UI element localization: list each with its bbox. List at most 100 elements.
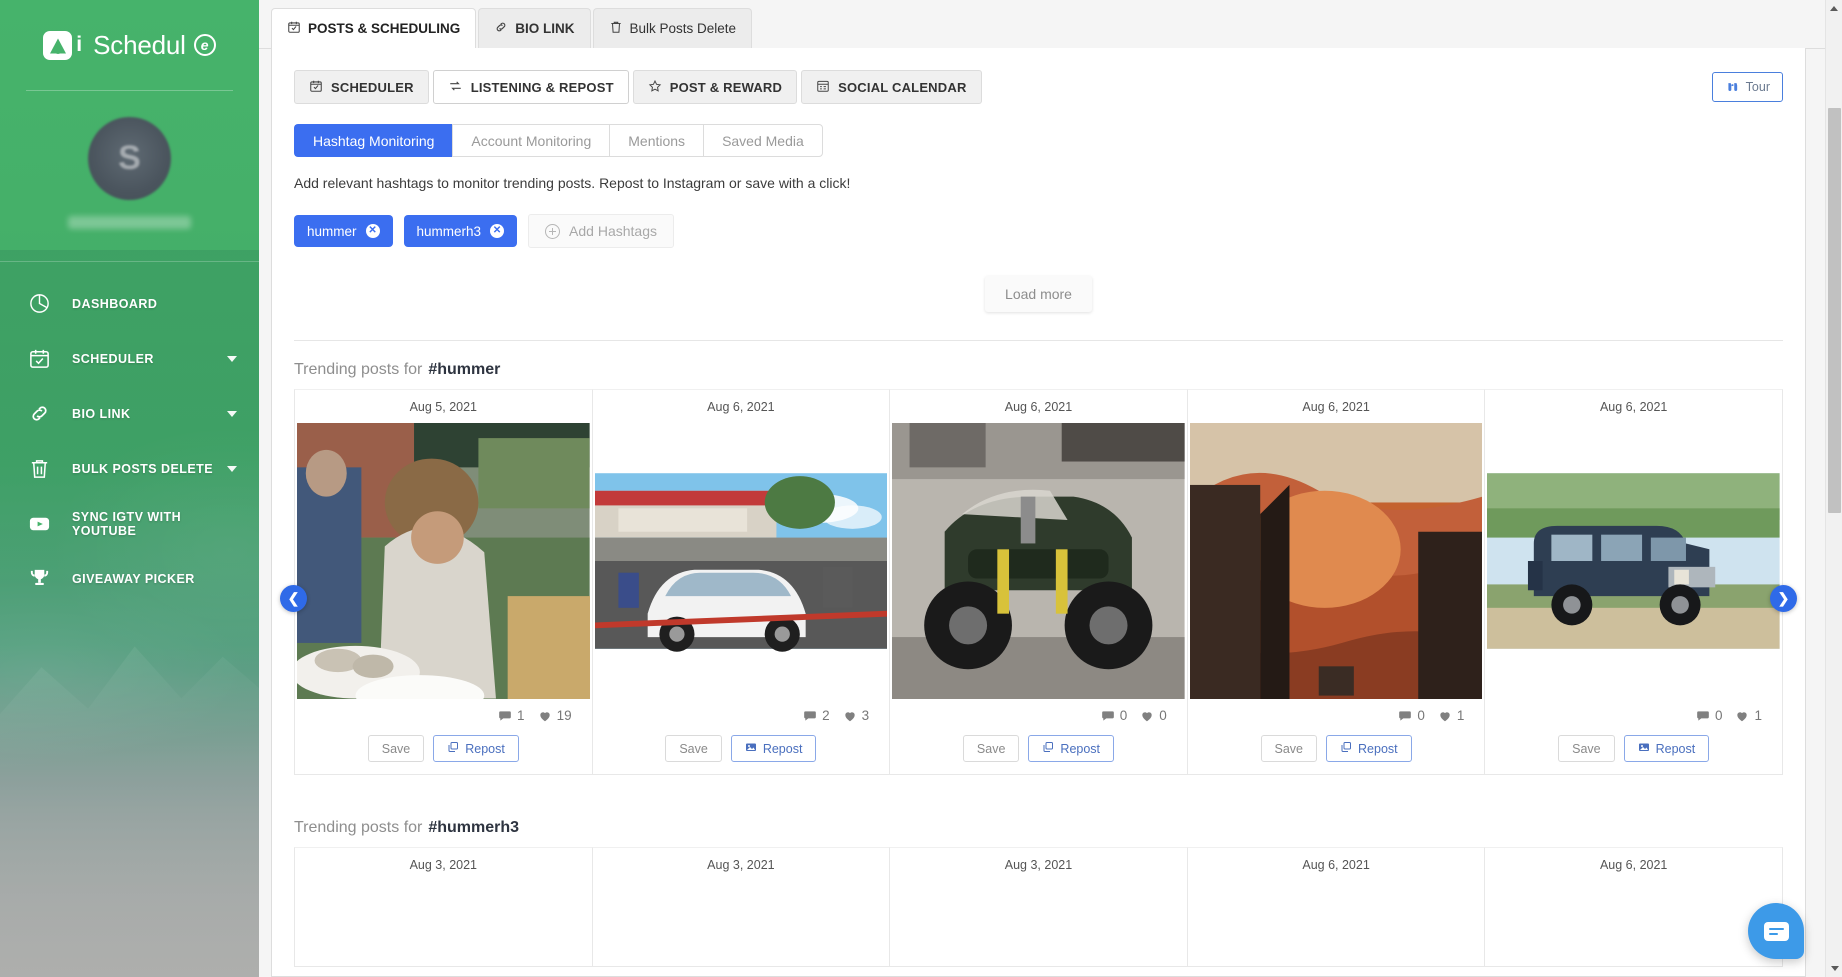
sidebar-item-label: BIO LINK (72, 406, 131, 421)
post-image[interactable] (892, 423, 1185, 699)
sidebar-item-label: DASHBOARD (72, 296, 158, 311)
hashtag-chip-hummerh3[interactable]: hummerh3 ✕ (403, 215, 518, 247)
load-more-button[interactable]: Load more (985, 276, 1092, 312)
scrollbar-thumb[interactable] (1828, 108, 1841, 513)
repost-button[interactable]: Repost (1028, 735, 1115, 762)
pill-saved-media[interactable]: Saved Media (703, 124, 823, 157)
save-button[interactable]: Save (367, 735, 425, 762)
save-button[interactable]: Save (1260, 735, 1318, 762)
like-count: 1 (1456, 708, 1465, 723)
chat-support-button[interactable] (1748, 903, 1804, 959)
app-logo[interactable]: i Schedul e (0, 0, 259, 82)
post-date: Aug 6, 2021 (707, 400, 775, 414)
post-card[interactable]: Aug 5, 2021 1 19 Save Repost (294, 389, 593, 775)
repost-button[interactable]: Repost (730, 735, 817, 762)
hashtag-chip-list: hummer ✕ hummerh3 ✕ Add Hashtags (294, 214, 1783, 248)
scrollbar-up-button[interactable] (1826, 0, 1842, 17)
close-icon[interactable]: ✕ (365, 224, 380, 238)
user-profile-block[interactable]: S (0, 91, 259, 239)
close-icon[interactable]: ✕ (490, 224, 505, 238)
post-card[interactable]: Aug 6, 2021 (1485, 389, 1783, 775)
sidebar-nav: DASHBOARD SCHEDULER BIO LINK BULK POSTS … (0, 262, 259, 606)
post-stats: 0 1 (1485, 699, 1782, 723)
tab-label: BIO LINK (515, 21, 575, 36)
post-card[interactable]: Aug 3, 2021 (592, 847, 891, 967)
blue-hummer-h3-grass (1487, 473, 1780, 649)
subtab-post-and-reward[interactable]: POST & REWARD (632, 70, 798, 104)
plus-circle-icon (545, 223, 561, 239)
hashtag-chip-hummer[interactable]: hummer ✕ (294, 215, 393, 247)
sidebar-item-scheduler[interactable]: SCHEDULER (0, 331, 259, 386)
repost-button[interactable]: Repost (433, 735, 519, 762)
post-image[interactable] (297, 423, 590, 699)
repost-button[interactable]: Repost (1623, 735, 1710, 762)
sidebar-item-sync-igtv-with-youtube[interactable]: SYNC IGTV WITH YOUTUBE (0, 496, 259, 551)
like-count: 0 (1159, 708, 1167, 723)
chat-bubble-icon (1763, 921, 1789, 941)
heart-icon (1735, 709, 1749, 723)
comment-icon (1398, 709, 1412, 723)
sidebar-item-bulk-posts-delete[interactable]: BULK POSTS DELETE (0, 441, 259, 496)
trending-section-hummerh3: Trending posts for #hummerh3 Aug 3, 2021 … (272, 819, 1805, 967)
link-icon (24, 399, 54, 429)
comment-icon (1696, 709, 1710, 723)
sidebar-item-giveaway-picker[interactable]: GIVEAWAY PICKER (0, 551, 259, 606)
tab-posts-and-scheduling[interactable]: POSTS & SCHEDULING (271, 8, 477, 49)
post-card[interactable]: Aug 6, 2021 (592, 389, 891, 775)
save-button[interactable]: Save (1558, 735, 1615, 762)
post-card[interactable]: Aug 6, 2021 (890, 389, 1188, 775)
username-blurred (68, 216, 191, 229)
subtab-scheduler[interactable]: SCHEDULER (294, 70, 429, 104)
copy-icon (1340, 741, 1352, 756)
pill-hashtag-monitoring[interactable]: Hashtag Monitoring (294, 124, 453, 157)
chevron-down-icon[interactable] (227, 465, 237, 472)
chevron-down-icon (1830, 966, 1839, 971)
chevron-up-icon (1830, 6, 1838, 11)
comment-icon (803, 709, 817, 723)
tour-button[interactable]: Tour (1711, 72, 1783, 102)
chevron-down-icon[interactable] (227, 355, 237, 362)
post-image[interactable] (594, 423, 888, 699)
subtab-social-calendar[interactable]: SOCIAL CALENDAR (801, 70, 982, 104)
subtab-listening-and-repost[interactable]: LISTENING & REPOST (432, 70, 629, 104)
comment-count: 0 (1714, 708, 1723, 723)
tab-bio-link[interactable]: BIO LINK (478, 8, 591, 48)
post-date: Aug 3, 2021 (1004, 858, 1073, 872)
scrollbar-down-button[interactable] (1826, 960, 1842, 977)
repost-label: Repost (1655, 741, 1696, 756)
post-card[interactable]: Aug 3, 2021 (294, 847, 593, 967)
avatar[interactable]: S (88, 117, 171, 200)
post-card[interactable]: Aug 6, 2021 (1187, 847, 1486, 967)
tab-bulk-posts-delete[interactable]: Bulk Posts Delete (592, 8, 753, 48)
section-heading: Trending posts for #hummer (294, 361, 1783, 379)
post-card[interactable]: Aug 6, 2021 (1485, 847, 1783, 967)
post-image[interactable] (1189, 423, 1483, 699)
sidebar-item-bio-link[interactable]: BIO LINK (0, 386, 259, 441)
binoculars-icon (1725, 79, 1740, 96)
post-stats: 0 0 (890, 699, 1187, 723)
post-card[interactable]: Aug 6, 2021 (1187, 389, 1486, 775)
carousel-prev-button[interactable]: ❮ (280, 585, 307, 612)
save-button[interactable]: Save (962, 735, 1020, 762)
tab-label: POSTS & SCHEDULING (308, 21, 461, 36)
star-icon (648, 79, 662, 96)
post-card-list: Aug 5, 2021 1 19 Save Repost Aug 6, 2021… (294, 389, 1783, 775)
chevron-down-icon[interactable] (227, 410, 237, 417)
page-scrollbar[interactable] (1825, 0, 1842, 977)
post-card[interactable]: Aug 3, 2021 (890, 847, 1188, 967)
repost-button[interactable]: Repost (1326, 735, 1412, 762)
sidebar-item-dashboard[interactable]: DASHBOARD (0, 276, 259, 331)
add-hashtags-button[interactable]: Add Hashtags (528, 214, 674, 248)
sidebar-item-label: SYNC IGTV WITH YOUTUBE (72, 509, 182, 538)
monitoring-tab-group: Hashtag Monitoring Account Monitoring Me… (294, 124, 1783, 157)
repost-label: Repost (465, 741, 505, 756)
post-image[interactable] (1487, 423, 1780, 699)
save-button[interactable]: Save (665, 735, 722, 762)
pill-account-monitoring[interactable]: Account Monitoring (452, 124, 610, 157)
carousel-next-button[interactable]: ❯ (1770, 585, 1797, 612)
green-atv-quad-bike (892, 423, 1185, 699)
pill-mentions[interactable]: Mentions (609, 124, 704, 157)
top-tab-bar: POSTS & SCHEDULING BIO LINK Bulk Posts D… (259, 0, 1842, 49)
post-date: Aug 6, 2021 (1004, 400, 1073, 414)
photo-icon (745, 741, 757, 756)
